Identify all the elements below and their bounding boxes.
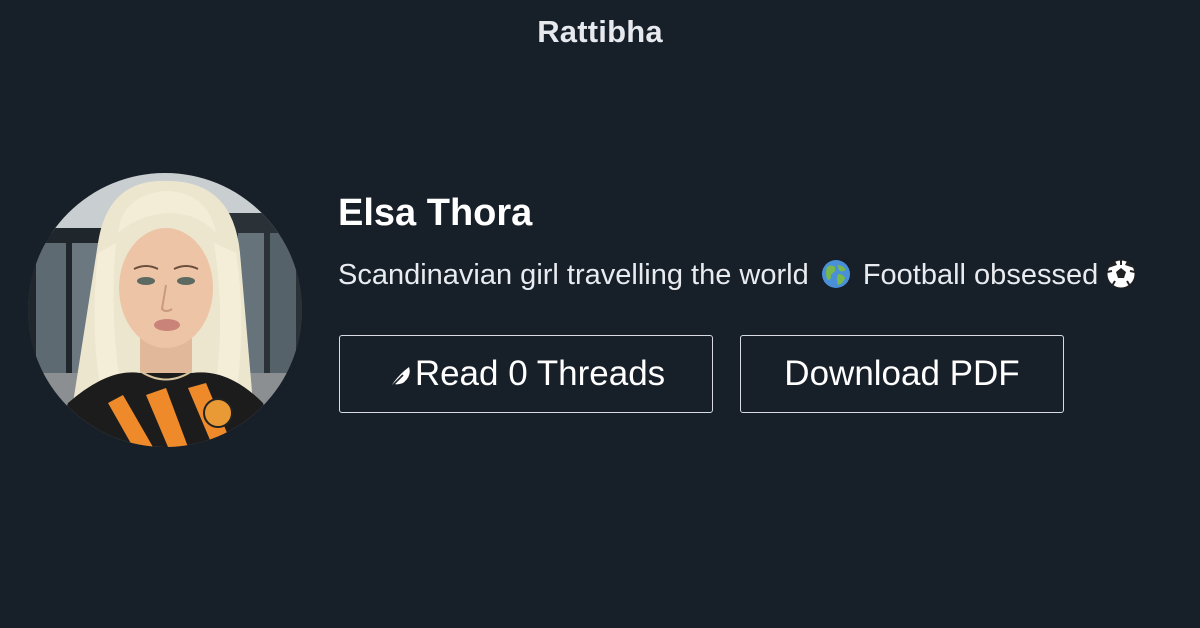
bio-text-2: Football obsessed <box>862 259 1099 291</box>
profile-avatar <box>28 173 302 447</box>
read-threads-label: Read 0 Threads <box>414 354 666 393</box>
download-pdf-label: Download PDF <box>784 354 1020 393</box>
profile-bio: Scandinavian girl travelling the world F… <box>338 256 1188 294</box>
feather-icon <box>389 367 410 389</box>
read-threads-button[interactable]: Read 0 Threads <box>339 335 713 413</box>
soccer-ball-icon <box>1106 259 1136 289</box>
bio-text: Scandinavian girl travelling the world <box>338 259 809 291</box>
profile-name: Elsa Thora <box>338 192 533 234</box>
site-brand[interactable]: Rattibha <box>0 14 1200 50</box>
download-pdf-button[interactable]: Download PDF <box>740 335 1064 413</box>
globe-icon <box>821 260 850 288</box>
